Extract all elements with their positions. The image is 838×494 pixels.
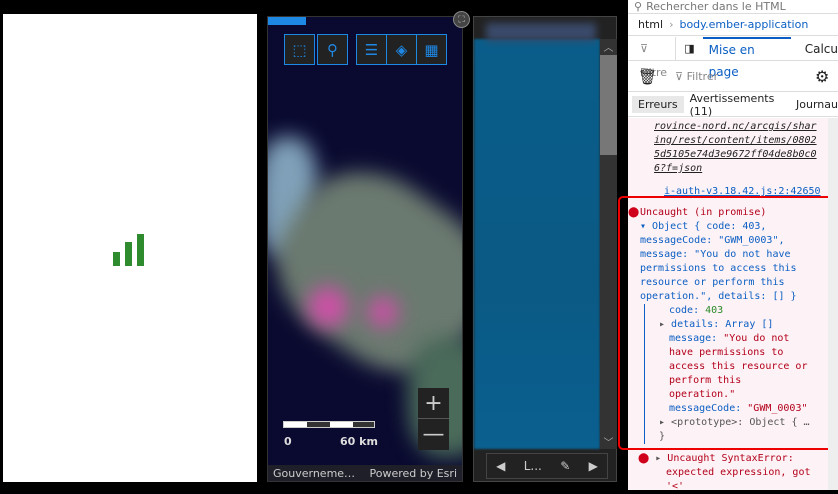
scroll-up-icon[interactable]: ︿ <box>600 39 617 55</box>
tab-logs[interactable]: Journau <box>796 98 838 111</box>
expand-icon: ⛶ <box>458 14 465 25</box>
gear-icon[interactable]: ⚙ <box>815 67 829 86</box>
select-area-button[interactable]: ⬚ <box>284 34 315 65</box>
next-icon[interactable]: ▶ <box>589 459 598 473</box>
tab-computed[interactable]: Calcu <box>805 42 838 56</box>
trash-icon[interactable]: 🗑 <box>638 68 657 86</box>
breadcrumb-body[interactable]: body.ember-application <box>679 18 808 31</box>
filter-rules[interactable]: ⊽ Filtre <box>628 36 677 79</box>
list-icon: ☰ <box>364 40 379 59</box>
loading-panel <box>3 14 257 482</box>
scale-label: 60 km <box>340 435 378 448</box>
search-icon: ⚲ <box>634 0 643 13</box>
url-line[interactable]: 5d5105e74d3e9672ff04de8b0c0 <box>654 148 828 162</box>
tab-layout[interactable]: Mise en page <box>702 36 791 79</box>
select-icon: ⬚ <box>292 40 307 59</box>
breadcrumb-html[interactable]: html <box>638 18 663 31</box>
object-summary[interactable]: ▾ Object { code: 403, messageCode: "GWM_… <box>640 220 833 304</box>
error-title: Uncaught (in promise) <box>640 207 767 218</box>
list-title <box>486 23 596 41</box>
powered-by[interactable]: Powered by Esri <box>369 467 457 480</box>
layers-button[interactable]: ◈ <box>386 34 417 65</box>
chevron-right-icon: › <box>669 18 674 31</box>
feature-list-panel: ︿ ﹀ ◀ L... ✎ ▶ <box>473 16 617 482</box>
object-properties: code: 403 ▸ details: Array [] message: "… <box>644 304 833 444</box>
url-line[interactable]: 6?f=json <box>654 162 828 176</box>
scrollbar[interactable]: ︿ ﹀ <box>600 39 617 449</box>
zoom-in-button[interactable]: + <box>418 388 449 419</box>
expanded-triangle-icon: ▾ <box>640 221 653 232</box>
attribution: Gouverneme… Powered by Esri <box>268 465 462 481</box>
tab-warnings[interactable]: Avertissements (11) <box>690 92 786 118</box>
url-line[interactable]: rovince-nord.nc/arcgis/shar <box>654 120 828 134</box>
basemap-button[interactable]: ▦ <box>416 34 447 65</box>
legend-button[interactable]: ☰ <box>356 34 387 65</box>
zoom-out-button[interactable]: — <box>418 419 449 450</box>
signal-bars-icon <box>113 232 149 266</box>
prev-icon[interactable]: ◀ <box>496 459 505 473</box>
footer-label[interactable]: L... <box>524 459 542 473</box>
tab-errors[interactable]: Erreurs <box>632 96 684 113</box>
edit-icon[interactable]: ✎ <box>560 459 570 473</box>
search-icon: ⚲ <box>327 40 338 59</box>
html-search[interactable]: Rechercher dans le HTML <box>646 0 786 13</box>
fullscreen-button[interactable]: ⛶ <box>453 11 470 28</box>
details-row[interactable]: ▸ details: Array [] <box>659 318 833 332</box>
error-icon: ⬤ <box>628 207 640 218</box>
url-line[interactable]: ing/rest/content/items/0802 <box>654 134 828 148</box>
header-bar <box>268 17 306 25</box>
list-content[interactable] <box>474 39 600 449</box>
map-view[interactable]: ⬚ ⚲ ☰ ◈ ▦ 0 60 km + — Gouverneme… Powere… <box>267 16 463 482</box>
scroll-thumb[interactable] <box>600 55 617 155</box>
list-footer: ◀ L... ✎ ▶ <box>486 453 608 479</box>
grid-icon: ▦ <box>424 40 439 59</box>
layers-icon: ◈ <box>395 40 408 59</box>
console-filter[interactable]: ⊽ Filtrer <box>675 70 815 83</box>
scale-bar <box>283 421 375 428</box>
attribution-text[interactable]: Gouverneme… <box>273 467 355 480</box>
error-entry[interactable]: ⬤ ▸ Uncaught SyntaxError: expected expre… <box>638 452 811 494</box>
console-output: rovince-nord.nc/arcgis/shar ing/rest/con… <box>618 118 835 492</box>
scroll-down-icon[interactable]: ﹀ <box>600 434 617 449</box>
search-button[interactable]: ⚲ <box>317 34 348 65</box>
prototype-row[interactable]: ▸ <prototype>: Object { … <box>659 416 833 430</box>
sidebar-toggle-icon[interactable]: ◨ <box>684 42 694 55</box>
error-entry-highlighted: ⬤ Uncaught (in promise) ▾ Object { code: … <box>618 196 835 450</box>
devtools-panel: ⚲ Rechercher dans le HTML html › body.em… <box>618 0 838 492</box>
error-icon: ⬤ <box>638 453 650 464</box>
console-scrollbar[interactable] <box>828 118 838 490</box>
scale-zero: 0 <box>284 435 292 448</box>
